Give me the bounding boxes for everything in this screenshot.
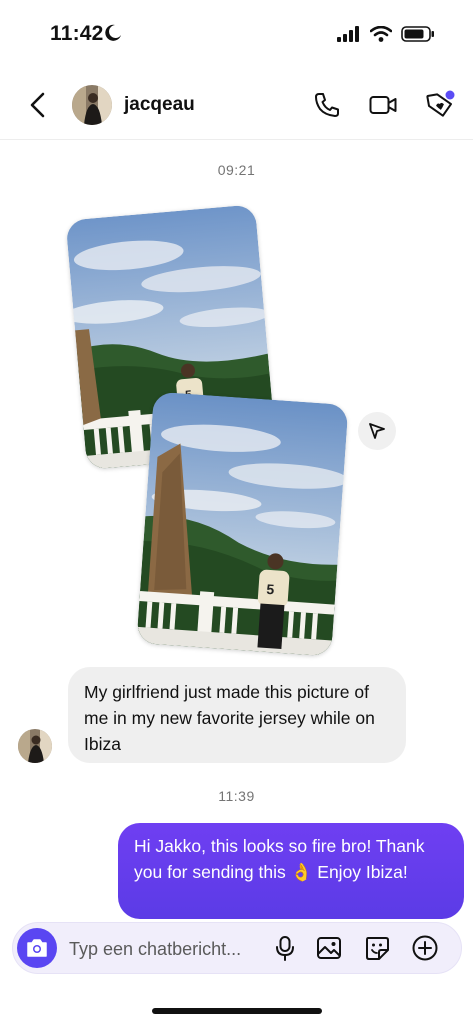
avatar[interactable] <box>72 85 112 125</box>
image-icon[interactable] <box>315 934 343 962</box>
status-icons <box>337 26 435 42</box>
phone-icon[interactable] <box>312 90 342 120</box>
jersey-number: 5 <box>266 581 275 598</box>
chat-header: jacqeau <box>0 70 473 140</box>
camera-button[interactable] <box>17 928 57 968</box>
camera-icon <box>27 939 47 957</box>
home-indicator[interactable] <box>152 1008 322 1014</box>
status-time: 11:42 <box>50 22 104 45</box>
message-input[interactable] <box>69 936 269 962</box>
sticker-icon[interactable] <box>363 934 391 962</box>
battery-icon <box>401 26 434 42</box>
signal-icon <box>337 26 359 42</box>
send-icon <box>369 423 385 439</box>
chat-timestamp: 11:39 <box>218 788 255 804</box>
microphone-icon[interactable] <box>271 934 299 962</box>
outgoing-message-bubble[interactable]: Hi Jakko, this looks so fire bro! Thank … <box>118 823 464 919</box>
moon-icon <box>105 24 121 41</box>
incoming-message-bubble[interactable]: My girlfriend just made this picture of … <box>68 667 406 763</box>
message-composer <box>12 922 462 974</box>
tag-icon[interactable] <box>425 90 455 120</box>
chat-timestamp: 09:21 <box>217 162 256 178</box>
share-button[interactable] <box>358 412 396 450</box>
sender-avatar[interactable] <box>18 729 52 763</box>
video-camera-icon[interactable] <box>368 90 398 120</box>
back-icon[interactable] <box>24 90 52 120</box>
photo-image: 5 <box>136 391 349 657</box>
shared-photo[interactable]: 5 <box>136 391 349 657</box>
status-bar: 11:42 <box>0 0 473 70</box>
wifi-icon <box>370 26 392 42</box>
chat-username[interactable]: jacqeau <box>124 94 195 116</box>
plus-icon[interactable] <box>411 934 439 962</box>
